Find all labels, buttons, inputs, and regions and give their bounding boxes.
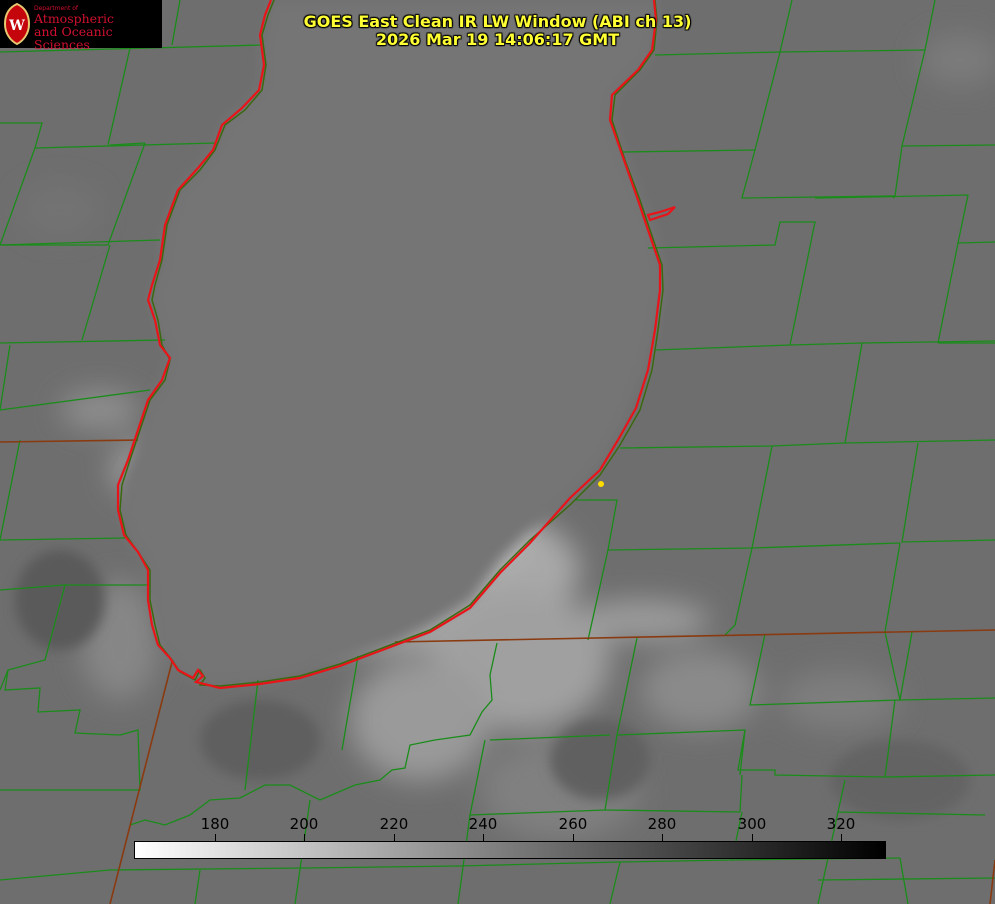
colorbar-gradient [134, 841, 886, 859]
colorbar-tick-label: 320 [826, 815, 856, 833]
colorbar-tick-label: 180 [200, 815, 230, 833]
colorbar-tick [483, 834, 484, 841]
colorbar-tick [215, 834, 216, 841]
colorbar-tick-label: 260 [558, 815, 588, 833]
colorbar-tick [662, 834, 663, 841]
station-dot-icon [598, 481, 604, 487]
colorbar-tick-label: 240 [468, 815, 498, 833]
colorbar-tick [752, 834, 753, 841]
colorbar-tick [841, 834, 842, 841]
colorbar-tick [573, 834, 574, 841]
colorbar-tick-label: 300 [737, 815, 767, 833]
image-timestamp: 2026 Mar 19 14:06:17 GMT [375, 30, 620, 49]
satellite-image: W Department of Atmospheric and Oceanic … [0, 0, 995, 904]
colorbar-tick-label: 220 [379, 815, 409, 833]
colorbar-tick-label: 280 [647, 815, 677, 833]
colorbar-tick [394, 834, 395, 841]
image-title: GOES East Clean IR LW Window (ABI ch 13) [303, 12, 692, 31]
colorbar-tick [304, 834, 305, 841]
colorbar-tick-label: 200 [289, 815, 319, 833]
map-layer [0, 0, 995, 904]
